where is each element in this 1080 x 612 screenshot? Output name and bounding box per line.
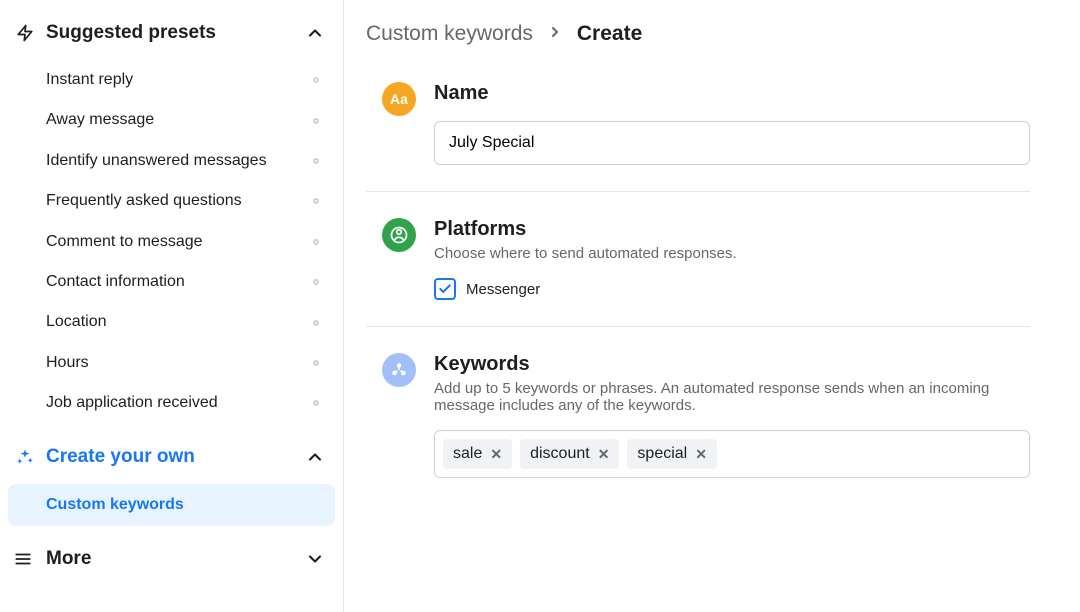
- sidebar: Suggested presets Instant reply Away mes…: [0, 0, 344, 612]
- chevron-up-icon: [305, 447, 325, 467]
- status-dot-icon: [313, 360, 319, 366]
- preset-job-application[interactable]: Job application received: [0, 383, 343, 423]
- status-dot-icon: [313, 77, 319, 83]
- status-dot-icon: [313, 158, 319, 164]
- preset-label: Hours: [46, 352, 89, 374]
- remove-tag-icon[interactable]: ✕: [695, 446, 707, 463]
- tag-label: discount: [530, 445, 590, 463]
- platforms-desc: Choose where to send automated responses…: [434, 245, 1030, 262]
- preset-label: Instant reply: [46, 69, 133, 91]
- breadcrumb: Custom keywords Create: [366, 22, 1030, 46]
- create-your-own-title: Create your own: [46, 446, 305, 468]
- menu-icon: [14, 550, 36, 568]
- keyword-tag: sale ✕: [443, 439, 512, 469]
- preset-faq[interactable]: Frequently asked questions: [0, 181, 343, 221]
- main-content: Custom keywords Create Aa Name Platforms…: [344, 0, 1080, 612]
- status-dot-icon: [313, 239, 319, 245]
- platforms-badge-icon: [382, 218, 416, 252]
- tag-label: sale: [453, 445, 482, 463]
- status-dot-icon: [313, 198, 319, 204]
- keywords-desc: Add up to 5 keywords or phrases. An auto…: [434, 380, 1030, 414]
- keywords-input[interactable]: sale ✕ discount ✕ special ✕: [434, 430, 1030, 478]
- section-name: Aa Name: [366, 82, 1030, 192]
- status-dot-icon: [313, 279, 319, 285]
- preset-location[interactable]: Location: [0, 302, 343, 342]
- platform-option-messenger[interactable]: Messenger: [434, 278, 1030, 300]
- preset-hours[interactable]: Hours: [0, 343, 343, 383]
- chevron-down-icon: [305, 549, 325, 569]
- preset-contact-info[interactable]: Contact information: [0, 262, 343, 302]
- name-input[interactable]: [434, 121, 1030, 165]
- sidebar-item-custom-keywords[interactable]: Custom keywords: [8, 484, 335, 526]
- section-platforms: Platforms Choose where to send automated…: [366, 218, 1030, 327]
- remove-tag-icon[interactable]: ✕: [490, 446, 502, 463]
- tag-label: special: [637, 445, 687, 463]
- section-keywords: Keywords Add up to 5 keywords or phrases…: [366, 353, 1030, 504]
- keyword-tag: special ✕: [627, 439, 717, 469]
- preset-label: Comment to message: [46, 231, 203, 253]
- platform-label: Messenger: [466, 281, 540, 298]
- platforms-heading: Platforms: [434, 218, 1030, 241]
- preset-label: Frequently asked questions: [46, 190, 242, 212]
- preset-label: Away message: [46, 109, 154, 131]
- suggested-presets-header[interactable]: Suggested presets: [0, 20, 343, 54]
- status-dot-icon: [313, 320, 319, 326]
- lightning-icon: [14, 24, 36, 42]
- chevron-up-icon: [305, 23, 325, 43]
- remove-tag-icon[interactable]: ✕: [598, 446, 610, 463]
- preset-label: Identify unanswered messages: [46, 150, 267, 172]
- name-heading: Name: [434, 82, 1030, 105]
- preset-comment-to-message[interactable]: Comment to message: [0, 222, 343, 262]
- keywords-heading: Keywords: [434, 353, 1030, 376]
- status-dot-icon: [313, 400, 319, 406]
- breadcrumb-current: Create: [577, 22, 642, 46]
- preset-label: Location: [46, 311, 107, 333]
- preset-away-message[interactable]: Away message: [0, 100, 343, 140]
- status-dot-icon: [313, 118, 319, 124]
- sparkle-icon: [14, 448, 36, 466]
- more-header[interactable]: More: [0, 540, 343, 580]
- suggested-presets-title: Suggested presets: [46, 22, 305, 44]
- create-your-own-header[interactable]: Create your own: [0, 438, 343, 478]
- chevron-right-icon: [547, 22, 563, 46]
- breadcrumb-parent[interactable]: Custom keywords: [366, 22, 533, 46]
- keyword-tag: discount ✕: [520, 439, 619, 469]
- aa-icon: Aa: [390, 91, 408, 107]
- checkbox-icon[interactable]: [434, 278, 456, 300]
- preset-identify-unanswered[interactable]: Identify unanswered messages: [0, 141, 343, 181]
- preset-instant-reply[interactable]: Instant reply: [0, 60, 343, 100]
- keywords-badge-icon: [382, 353, 416, 387]
- more-title: More: [46, 548, 305, 570]
- preset-label: Job application received: [46, 392, 218, 414]
- sidebar-item-label: Custom keywords: [46, 496, 184, 513]
- preset-list: Instant reply Away message Identify unan…: [0, 60, 343, 424]
- name-badge-icon: Aa: [382, 82, 416, 116]
- preset-label: Contact information: [46, 271, 185, 293]
